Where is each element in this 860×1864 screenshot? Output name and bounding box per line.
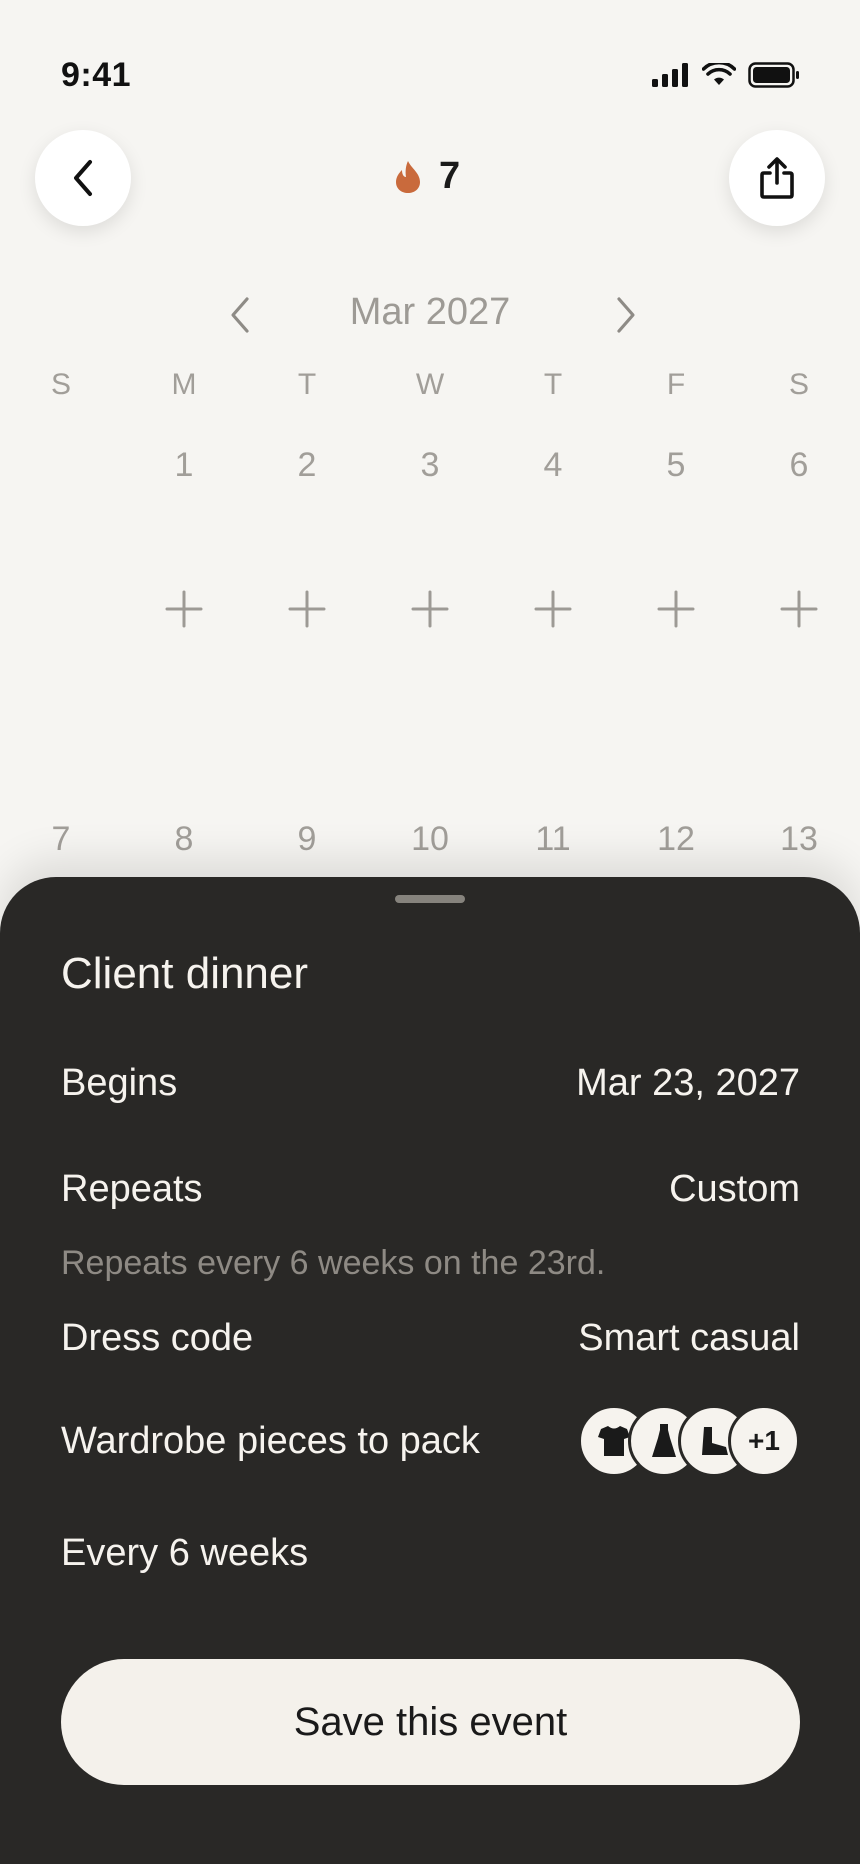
plus-icon (534, 590, 572, 628)
wardrobe-row[interactable]: Wardrobe pieces to pack +1 (61, 1405, 800, 1477)
boot-icon (702, 1427, 728, 1455)
status-bar: 9:41 (0, 0, 860, 150)
status-icons (652, 62, 800, 88)
event-bottom-sheet: Client dinner Begins Mar 23, 2027 Repeat… (0, 877, 860, 1864)
calendar-day[interactable]: 7 (21, 820, 101, 859)
calendar-day[interactable]: 11 (513, 820, 593, 859)
dress-code-value: Smart casual (578, 1317, 800, 1359)
repeats-value: Custom (669, 1168, 800, 1210)
calendar-day[interactable]: 9 (267, 820, 347, 859)
chevron-right-icon (617, 297, 635, 333)
begins-row[interactable]: Begins Mar 23, 2027 (61, 1062, 800, 1105)
weekday-label: T (297, 368, 317, 401)
calendar-day[interactable]: 8 (144, 820, 224, 859)
repeat-description: Repeats every 6 weeks on the 23rd. (61, 1244, 606, 1282)
save-event-button[interactable]: Save this event (61, 1659, 800, 1785)
weekday-label: F (666, 368, 686, 401)
weekday-header: S M T W T F S (0, 368, 860, 408)
repeats-row[interactable]: Repeats Custom (61, 1168, 800, 1211)
weekday-label: T (543, 368, 563, 401)
repeats-label: Repeats (61, 1168, 203, 1210)
plus-icon (657, 590, 695, 628)
share-button[interactable] (729, 130, 825, 226)
dress-code-label: Dress code (61, 1317, 254, 1359)
add-event-button[interactable] (759, 590, 839, 630)
calendar-day[interactable]: 12 (636, 820, 716, 859)
calendar-day[interactable]: 3 (390, 446, 470, 485)
event-title: Client dinner (61, 949, 309, 998)
wardrobe-pieces[interactable]: +1 (578, 1405, 800, 1477)
calendar-day[interactable]: 10 (390, 820, 470, 859)
add-event-button[interactable] (144, 590, 224, 630)
streak-counter: 7 (395, 155, 460, 198)
weekday-label: S (50, 368, 71, 401)
frequency-label: Every 6 weeks (61, 1532, 309, 1574)
battery-icon (748, 62, 799, 88)
sheet-drag-handle[interactable] (395, 895, 465, 903)
status-time: 9:41 (61, 56, 132, 94)
tshirt-icon (598, 1426, 630, 1456)
month-navigation: Mar 2027 (0, 285, 860, 345)
plus-icon (780, 590, 818, 628)
calendar-day[interactable]: 2 (267, 446, 347, 485)
back-button[interactable] (35, 130, 131, 226)
dress-code-row[interactable]: Dress code Smart casual (61, 1317, 800, 1360)
month-label: Mar 2027 (349, 291, 511, 333)
add-event-button[interactable] (390, 590, 470, 630)
add-event-button[interactable] (267, 590, 347, 630)
wardrobe-more-count: +1 (728, 1405, 800, 1477)
begins-label: Begins (61, 1062, 178, 1104)
next-month-button[interactable] (606, 293, 646, 337)
chevron-left-icon (74, 160, 92, 196)
calendar-day[interactable]: 4 (513, 446, 593, 485)
weekday-label: W (415, 368, 445, 401)
weekday-label: M (171, 368, 197, 401)
wifi-icon (702, 63, 736, 85)
calendar-day[interactable]: 1 (144, 446, 224, 485)
calendar-day[interactable]: 13 (759, 820, 839, 859)
signal-icon (652, 63, 688, 87)
plus-icon (288, 590, 326, 628)
add-event-button[interactable] (636, 590, 716, 630)
dress-icon (652, 1424, 676, 1457)
share-icon (760, 157, 794, 199)
add-event-button[interactable] (513, 590, 593, 630)
plus-icon (411, 590, 449, 628)
streak-count: 7 (439, 155, 461, 197)
begins-value: Mar 23, 2027 (576, 1062, 800, 1104)
plus-icon (165, 590, 203, 628)
calendar-day[interactable]: 6 (759, 446, 839, 485)
wardrobe-label: Wardrobe pieces to pack (61, 1419, 480, 1462)
weekday-label: S (788, 368, 809, 401)
calendar-day[interactable]: 5 (636, 446, 716, 485)
flame-icon (396, 160, 420, 193)
